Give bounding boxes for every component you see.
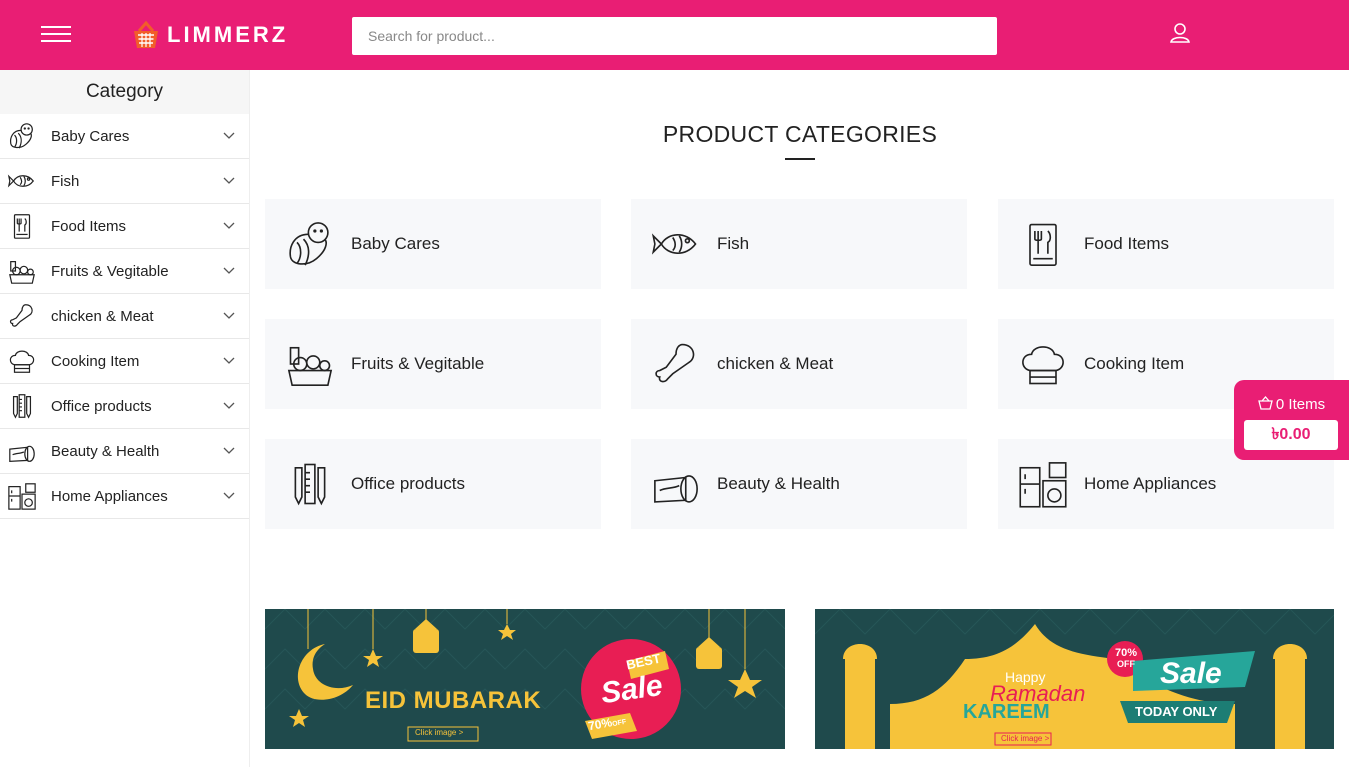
top-header: LIMMERZ <box>0 0 1349 70</box>
sidebar-item-baby-cares[interactable]: Baby Cares <box>0 114 249 159</box>
category-sidebar: Category Baby Cares Fish Food Items Frui… <box>0 70 250 767</box>
sidebar-item-label: Cooking Item <box>51 352 140 370</box>
chevron-down-icon[interactable] <box>223 354 235 366</box>
sidebar-item-office-products[interactable]: Office products <box>0 384 249 429</box>
category-label: chicken & Meat <box>717 354 834 373</box>
category-label: Baby Cares <box>351 234 440 253</box>
category-label: Office products <box>351 474 466 493</box>
chef-hat-icon <box>1016 337 1070 391</box>
chevron-down-icon[interactable] <box>223 264 235 276</box>
sidebar-item-label: chicken & Meat <box>51 307 154 325</box>
cart-total-price: ৳0.00 <box>1244 420 1338 450</box>
category-card-chicken-meat[interactable]: chicken & Meat <box>631 319 967 409</box>
category-card-office-products[interactable]: Office products <box>265 439 601 529</box>
baby-icon <box>6 120 38 152</box>
fruits-basket-icon <box>6 255 38 287</box>
eid-mubarak-banner[interactable]: EID MUBARAK BEST Sale 70%OFF Click image… <box>265 609 785 749</box>
brand-logo[interactable]: LIMMERZ <box>129 19 288 51</box>
category-label: Beauty & Health <box>717 474 840 493</box>
category-label: Fruits & Vegitable <box>351 354 485 373</box>
fruits-basket-icon <box>283 337 337 391</box>
sidebar-item-label: Beauty & Health <box>51 442 160 460</box>
chevron-down-icon[interactable] <box>223 399 235 411</box>
floating-cart[interactable]: 0 Items ৳0.00 <box>1234 380 1349 460</box>
sidebar-item-label: Baby Cares <box>51 127 130 145</box>
category-card-food-items[interactable]: Food Items <box>998 199 1334 289</box>
sidebar-item-beauty-health[interactable]: Beauty & Health <box>0 429 249 474</box>
chevron-down-icon[interactable] <box>223 489 235 501</box>
sidebar-item-chicken-meat[interactable]: chicken & Meat <box>0 294 249 339</box>
search-input[interactable] <box>352 17 997 55</box>
ramadan-kareem-label: KAREEM <box>963 701 1050 723</box>
food-menu-icon <box>1016 217 1070 271</box>
sidebar-item-label: Office products <box>51 397 152 415</box>
chicken-leg-icon <box>6 300 38 332</box>
ramadan-today-label: TODAY ONLY <box>1135 704 1218 719</box>
category-card-beauty-health[interactable]: Beauty & Health <box>631 439 967 529</box>
sidebar-item-food-items[interactable]: Food Items <box>0 204 249 249</box>
category-label: Cooking Item <box>1084 354 1185 373</box>
category-card-baby-cares[interactable]: Baby Cares <box>265 199 601 289</box>
chevron-down-icon[interactable] <box>223 129 235 141</box>
sidebar-item-home-appliances[interactable]: Home Appliances <box>0 474 249 519</box>
ramadan-kareem-banner[interactable]: Happy Ramadan KAREEM 70% OFF Sale TODAY O… <box>815 609 1334 749</box>
chevron-down-icon[interactable] <box>223 174 235 186</box>
user-account-icon[interactable] <box>1169 22 1191 44</box>
category-card-fish[interactable]: Fish <box>631 199 967 289</box>
appliances-icon <box>6 480 38 512</box>
ramadan-click-label: Click image > <box>1001 734 1050 743</box>
page-title: PRODUCT CATEGORIES <box>662 121 938 147</box>
sidebar-item-label: Home Appliances <box>51 487 168 505</box>
brand-name: LIMMERZ <box>167 22 289 47</box>
sidebar-item-label: Fruits & Vegitable <box>51 262 169 280</box>
eid-banner-art <box>265 609 785 742</box>
sidebar-item-label: Food Items <box>51 217 127 235</box>
category-label: Food Items <box>1084 234 1170 253</box>
chevron-down-icon[interactable] <box>223 444 235 456</box>
chef-hat-icon <box>6 345 38 377</box>
food-menu-icon <box>6 210 38 242</box>
category-label: Fish <box>717 234 750 253</box>
eid-title: EID MUBARAK <box>365 687 542 714</box>
fish-icon <box>6 165 38 197</box>
ramadan-sale-label: Sale <box>1160 657 1222 690</box>
category-card-fruits-vegitable[interactable]: Fruits & Vegitable <box>265 319 601 409</box>
chevron-down-icon[interactable] <box>223 309 235 321</box>
ramadan-banner-art <box>815 609 1334 749</box>
basket-icon <box>1258 396 1273 410</box>
category-label: Home Appliances <box>1084 474 1217 493</box>
sidebar-item-cooking-item[interactable]: Cooking Item <box>0 339 249 384</box>
chevron-down-icon[interactable] <box>223 219 235 231</box>
cart-items-count: 0 Items <box>1275 396 1326 413</box>
cream-jar-icon <box>649 457 703 511</box>
cart-items-row: 0 Items <box>1234 396 1349 413</box>
sidebar-item-fish[interactable]: Fish <box>0 159 249 204</box>
eid-click-label: Click image > <box>415 728 464 737</box>
baby-icon <box>283 217 337 271</box>
appliances-icon <box>1016 457 1070 511</box>
basket-logo-icon <box>134 20 158 48</box>
fish-icon <box>649 217 703 271</box>
chicken-leg-icon <box>649 337 703 391</box>
title-underline <box>785 158 815 160</box>
pens-ruler-icon <box>283 457 337 511</box>
menu-icon[interactable] <box>41 26 71 42</box>
ramadan-discount: 70% OFF <box>1114 647 1138 670</box>
pens-ruler-icon <box>6 390 38 422</box>
sidebar-title: Category <box>0 70 249 114</box>
sidebar-item-fruits-vegitable[interactable]: Fruits & Vegitable <box>0 249 249 294</box>
cream-jar-icon <box>6 435 38 467</box>
sidebar-item-label: Fish <box>51 172 80 190</box>
